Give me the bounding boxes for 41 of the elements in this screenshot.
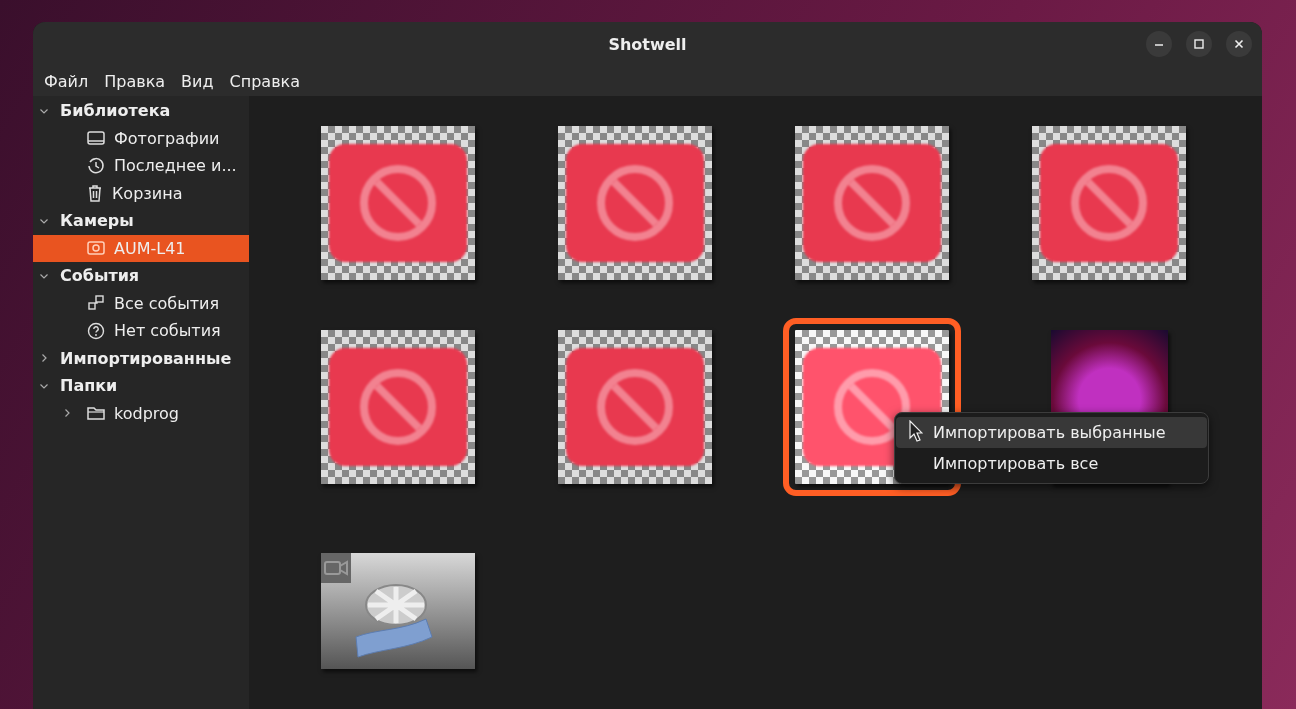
close-button[interactable] <box>1226 31 1252 57</box>
chevron-right-icon <box>39 353 49 364</box>
sidebar-item[interactable]: Нет события <box>33 317 249 345</box>
sidebar-section[interactable]: Библиотека <box>33 97 249 125</box>
minimize-button[interactable] <box>1146 31 1172 57</box>
chevron-right-icon[interactable] <box>62 408 72 419</box>
menu-item[interactable]: Файл <box>37 71 96 91</box>
menu-item[interactable]: Правка <box>97 71 173 91</box>
sidebar-item[interactable]: Фотографии <box>33 124 249 152</box>
sidebar-item[interactable]: Последнее и... <box>33 152 249 180</box>
menu-item[interactable]: Импортировать все <box>896 448 1207 479</box>
cursor-icon <box>909 420 923 442</box>
window-title: Shotwell <box>608 34 687 54</box>
question-icon <box>87 321 105 340</box>
sidebar-item[interactable]: Корзина <box>33 179 249 207</box>
menu-item[interactable]: Импортировать выбранные <box>896 417 1207 448</box>
broken-image-thumbnail[interactable] <box>321 126 475 280</box>
video-camera-icon <box>321 553 351 583</box>
broken-image-thumbnail[interactable] <box>1032 126 1186 280</box>
monitor-icon <box>87 130 105 147</box>
video-thumbnail[interactable] <box>321 553 475 669</box>
broken-image-thumbnail[interactable] <box>795 126 949 280</box>
broken-image-thumbnail[interactable] <box>558 126 712 280</box>
sidebar-item[interactable]: Все события <box>33 289 249 317</box>
clock-icon <box>87 156 105 175</box>
squares-icon <box>87 294 105 313</box>
broken-image-thumbnail[interactable] <box>558 330 712 484</box>
maximize-button[interactable] <box>1186 31 1212 57</box>
sidebar-section[interactable]: Камеры <box>33 207 249 235</box>
menu-item[interactable]: Вид <box>174 71 221 91</box>
sidebar-item[interactable]: kodprog <box>33 399 249 427</box>
close-icon <box>1233 38 1245 50</box>
maximize-icon <box>1193 38 1205 50</box>
sidebar-section[interactable]: Импортированные <box>33 344 249 372</box>
sidebar-section[interactable]: События <box>33 262 249 290</box>
folder-icon <box>87 405 105 422</box>
menu-item[interactable]: Справка <box>222 71 308 91</box>
sidebar-section[interactable]: Папки <box>33 372 249 400</box>
trash-icon <box>87 184 103 203</box>
broken-image-thumbnail[interactable] <box>321 330 475 484</box>
camera-icon <box>87 240 105 257</box>
